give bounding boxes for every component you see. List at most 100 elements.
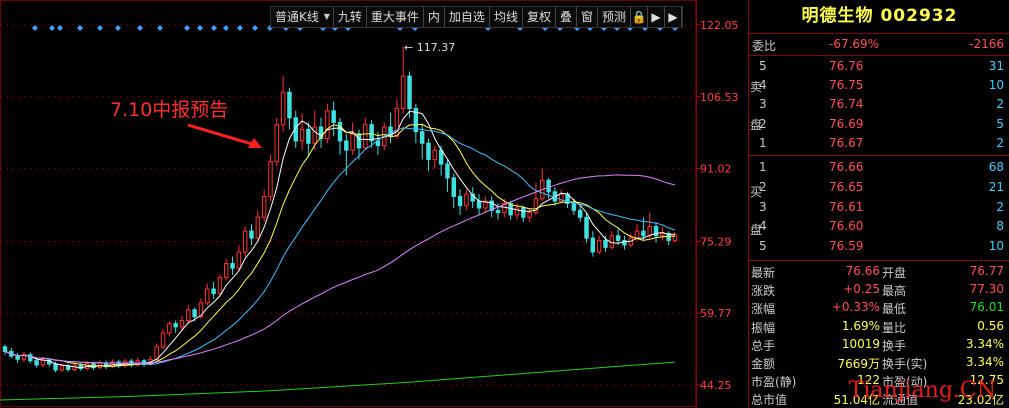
stat-row: 振幅 1.69% 量比 0.56 <box>749 317 1009 336</box>
buy-level: 5 <box>759 239 767 254</box>
major-events-button[interactable]: 重大事件 <box>367 7 424 27</box>
candle-down <box>584 216 589 239</box>
adjust-button[interactable]: 复权 <box>523 7 556 27</box>
window-button[interactable]: 窗 <box>577 7 598 27</box>
candle-down <box>2 346 8 352</box>
candle-down <box>445 163 450 179</box>
candle-up <box>223 263 229 278</box>
panel-divider <box>749 55 1009 56</box>
moving-average-button[interactable]: 均线 <box>490 7 523 27</box>
stat-value: 76.66 <box>845 264 880 278</box>
candle-down <box>641 230 646 237</box>
candle-up <box>59 365 65 371</box>
overlay-button[interactable]: 叠 <box>556 7 577 27</box>
candle-up <box>167 323 172 334</box>
candle-down <box>495 209 501 214</box>
candle-up <box>464 193 469 207</box>
buy-label-1: 买 <box>750 185 763 199</box>
event-diamond <box>97 25 103 31</box>
stat-value-2: 76.01 <box>969 300 1004 315</box>
price-tick-label: 44.25 <box>700 379 732 392</box>
candle-down <box>28 354 33 362</box>
candle-up <box>179 319 185 328</box>
candle-down <box>603 239 608 248</box>
candle-down <box>369 124 374 142</box>
candle-down <box>451 177 457 197</box>
price-tick-label: 122.05 <box>700 19 739 32</box>
ma20-line <box>4 127 676 365</box>
quote-panel: 明德生物 002932 委比 -67.69% -2166 5 76.76 31 4 76.75… <box>748 0 1009 407</box>
sell-level: 3 <box>759 97 767 112</box>
candle-down <box>457 195 463 207</box>
stat-row: 总手 10019 换手 3.34% <box>749 335 1009 354</box>
candle-down <box>356 133 362 149</box>
candle-down <box>306 128 311 144</box>
event-diamond <box>252 25 258 31</box>
candle-up <box>299 128 305 142</box>
candle-down <box>577 209 583 218</box>
weibi-label: 委比 <box>752 39 777 53</box>
stat-label-2: 换手 <box>882 338 907 353</box>
nine-turn-button[interactable]: 九转 <box>334 7 367 27</box>
stat-value: +0.25 <box>843 282 880 297</box>
stat-label: 市盈(静) <box>751 375 797 390</box>
stat-value-2: 3.34% <box>965 336 1004 351</box>
candle-up <box>432 149 438 160</box>
candle-up <box>312 126 317 144</box>
sell-row: 1 76.67 2 <box>749 134 1009 153</box>
candle-down <box>590 237 596 253</box>
stat-row: 涨跌 +0.25 最高 77.30 <box>749 280 1009 299</box>
stat-value: +0.33% <box>831 300 880 315</box>
candle-down <box>211 288 216 295</box>
stat-label: 总市值 <box>751 393 788 408</box>
event-diamond <box>197 25 203 31</box>
candle-up <box>40 359 46 366</box>
buy-level: 3 <box>759 199 767 214</box>
add-watchlist-button[interactable]: 加自选 <box>445 7 490 27</box>
stat-label-2: 最高 <box>882 284 907 299</box>
stat-label: 总手 <box>751 338 776 353</box>
arrow-right-icon[interactable]: ▶ <box>648 7 666 27</box>
sell-price: 76.76 <box>829 59 864 73</box>
candle-down <box>249 230 254 239</box>
stat-label-2: 换手(实) <box>882 357 928 371</box>
buy-volume: 2 <box>996 199 1004 214</box>
candle-down <box>53 363 58 371</box>
stat-label: 最新 <box>751 266 776 280</box>
sell-label-1: 卖 <box>750 80 763 94</box>
stat-label: 金额 <box>751 357 776 371</box>
chart-toolbar: 普通K线 九转 重大事件 内 加自选 均线 复权 叠 窗 预测 🔒 ▶ ▶ <box>270 6 684 28</box>
watermark-text: Tianjiang.CN <box>848 378 996 403</box>
forecast-button[interactable]: 预测 <box>598 7 632 27</box>
candle-down <box>34 360 39 366</box>
event-diamond <box>32 25 38 31</box>
candle-up <box>400 75 406 110</box>
candle-down <box>521 207 526 218</box>
stat-row: 金额 7669万 换手(实) 3.34% <box>749 353 1009 372</box>
sell-row: 3 76.74 2 <box>749 95 1009 114</box>
price-tick-label: 59.77 <box>700 307 732 320</box>
inner-button[interactable]: 内 <box>424 7 445 27</box>
chart-border <box>0 0 697 407</box>
arrow-right-icon-2[interactable]: ▶ <box>665 7 683 27</box>
event-diamond <box>77 25 83 31</box>
price-tick-label: 106.53 <box>700 91 739 104</box>
sell-volume: 2 <box>996 135 1004 150</box>
sell-row: 5 76.76 31 <box>749 57 1009 76</box>
kline-svg[interactable]: 122.05 106.53 91.02 75.29 59.77 44.25 7.10中报预告… <box>0 0 748 407</box>
annotation-text: 7.10中报预告 <box>110 99 228 121</box>
candle-up <box>236 251 242 269</box>
candle-up <box>527 212 532 218</box>
candle-up <box>350 133 355 151</box>
buy-price: 76.59 <box>829 239 864 254</box>
panel-divider <box>749 260 1009 261</box>
lock-icon[interactable]: 🔒 <box>631 7 649 27</box>
stat-label: 涨跌 <box>751 284 776 299</box>
kline-chart[interactable]: 122.05 106.53 91.02 75.29 59.77 44.25 7.10中报预告… <box>0 0 748 407</box>
buy-row: 1 76.66 68 <box>749 158 1009 177</box>
buy-price: 76.66 <box>829 160 864 174</box>
candle-up <box>647 226 652 237</box>
stat-row: 最新 76.66 开盘 76.77 <box>749 262 1009 281</box>
kline-type-dropdown[interactable]: 普通K线 <box>271 7 334 27</box>
candle-up <box>242 230 248 253</box>
